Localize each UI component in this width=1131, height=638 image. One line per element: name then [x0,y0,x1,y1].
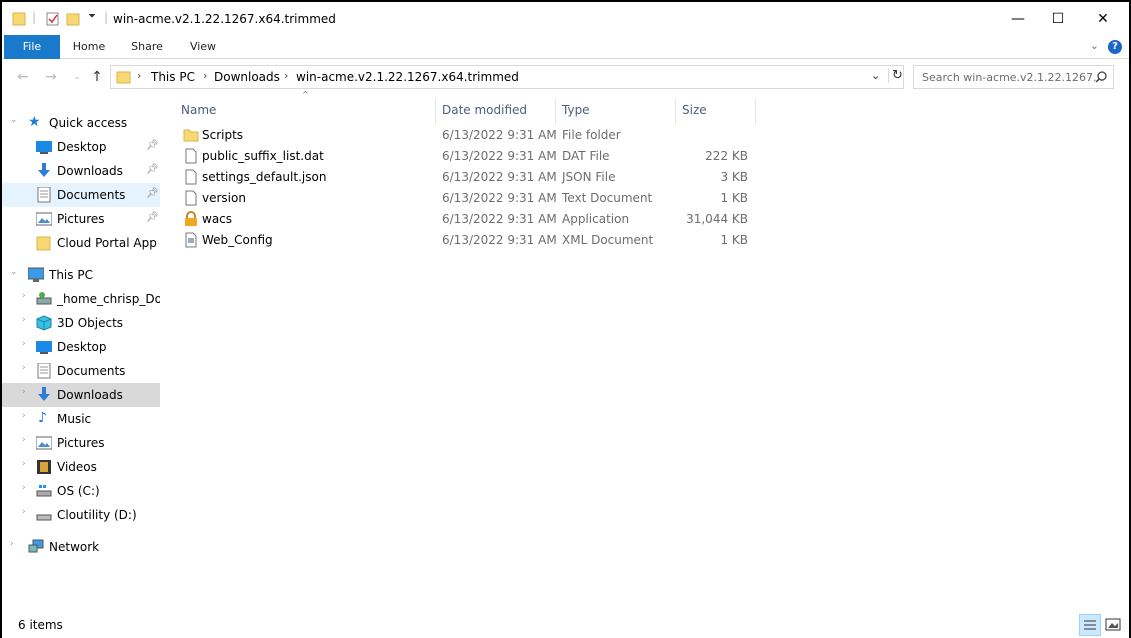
nav-qa-desktop[interactable]: Desktop 📌︎ [2,135,160,159]
nav-qa-documents[interactable]: Documents 📌︎ [2,183,160,207]
properties-icon[interactable] [45,11,61,27]
documents-icon [37,187,51,203]
nav-pc-home-chrisp[interactable]: › _home_chrisp_Dow [2,287,160,311]
details-view-icon [1084,620,1096,630]
up-button[interactable]: ↑ [86,66,108,88]
large-icons-view-button[interactable] [1102,614,1124,636]
nav-pc-videos[interactable]: › Videos [2,455,160,479]
expand-ribbon-icon[interactable]: ⌄ [1090,39,1099,52]
navigation-pane: ⌄ ★ Quick access Desktop 📌︎ Downloads 📌︎… [2,94,162,614]
breadcrumb-this-pc[interactable]: This PC [151,70,195,84]
close-button[interactable]: ✕ [1080,2,1126,35]
tab-share[interactable]: Share [124,35,170,59]
new-folder-icon[interactable] [66,11,82,27]
minimize-icon: — [1011,10,1025,27]
downloads-icon [38,387,50,401]
nav-qa-downloads[interactable]: Downloads 📌︎ [2,159,160,183]
nav-pc-desktop[interactable]: › Desktop [2,335,160,359]
tab-file[interactable]: File [4,35,60,59]
refresh-icon[interactable]: ↻ [888,68,903,83]
file-row-wacs[interactable]: wacs 6/13/2022 9:31 AM Application 31,04… [178,209,758,230]
search-input[interactable]: Search win-acme.v2.1.22.1267... [922,71,1104,84]
close-icon: ✕ [1097,10,1109,27]
computer-icon [28,267,44,282]
drive-icon [36,514,52,521]
customize-quick-access-icon[interactable]: ⏷ [88,11,96,22]
nav-pc-documents[interactable]: › Documents [2,359,160,383]
explorer-window: | ⏷ | win-acme.v2.1.22.1267.x64.trimmed … [2,2,1129,638]
details-view-button[interactable] [1079,614,1101,636]
nav-pc-downloads[interactable]: › Downloads [2,383,160,407]
desktop-icon [36,341,52,354]
tab-view[interactable]: View [180,35,226,59]
address-dropdown-icon[interactable]: ⌄ [871,69,880,82]
file-row-version[interactable]: version 6/13/2022 9:31 AM Text Document … [178,188,758,209]
nav-pc-3d-objects[interactable]: › 3D Objects [2,311,160,335]
ribbon-tabs: File Home Share View ⌄ ? [2,35,1129,59]
network-icon [28,539,44,553]
file-row-settings-default[interactable]: settings_default.json 6/13/2022 9:31 AM … [178,167,758,188]
file-row-scripts[interactable]: Scripts 6/13/2022 9:31 AM File folder [178,125,758,146]
search-icon [1095,71,1107,83]
file-row-public-suffix-list[interactable]: public_suffix_list.dat 6/13/2022 9:31 AM… [178,146,758,167]
recent-locations-icon[interactable]: ⌄ [66,66,88,88]
column-header-name[interactable]: Name [181,98,435,124]
star-icon: ★ [28,114,41,130]
window-title: win-acme.v2.1.22.1267.x64.trimmed [113,12,336,26]
lock-app-icon [185,211,197,226]
nav-pc-cloutility-d[interactable]: › Cloutility (D:) [2,503,160,527]
maximize-icon: ☐ [1051,10,1065,27]
music-icon: ♪ [38,410,47,426]
network-drive-icon [36,292,52,305]
file-row-web-config[interactable]: Web_Config 6/13/2022 9:31 AM XML Documen… [178,230,758,251]
pin-icon: 📌︎ [146,212,159,223]
nav-network[interactable]: › Network [2,535,160,559]
3d-objects-icon [36,315,52,331]
documents-icon [37,363,51,379]
file-icon [185,169,197,185]
folder-icon [116,71,131,84]
folder-icon [12,12,26,26]
text-file-icon [185,190,197,206]
pin-icon: 📌︎ [146,164,159,175]
nav-qa-pictures[interactable]: Pictures 📌︎ [2,207,160,231]
file-icon [185,148,197,164]
status-item-count: 6 items [18,618,63,632]
nav-quick-access[interactable]: ⌄ ★ Quick access [2,111,160,135]
nav-qa-cloud-portal-app[interactable]: Cloud Portal App [2,231,160,255]
column-header-date-modified[interactable]: Date modified [442,98,555,124]
maximize-button[interactable]: ☐ [1035,2,1081,35]
help-icon[interactable]: ? [1108,40,1122,54]
videos-icon [37,460,51,474]
nav-pc-music[interactable]: › ♪ Music [2,407,160,431]
desktop-icon [36,141,52,154]
back-button[interactable]: ← [12,66,34,88]
column-header-size[interactable]: Size [682,98,755,124]
search-box[interactable]: Search win-acme.v2.1.22.1267... [913,65,1114,89]
address-bar[interactable]: › This PC › Downloads › win-acme.v2.1.22… [110,65,904,89]
forward-button[interactable]: → [40,66,62,88]
folder-icon [183,129,199,142]
downloads-icon [38,163,50,177]
title-bar: | ⏷ | win-acme.v2.1.22.1267.x64.trimmed … [2,2,1129,35]
folder-icon [36,236,51,251]
nav-this-pc[interactable]: ⌄ This PC [2,263,160,287]
column-header-type[interactable]: Type [562,98,675,124]
breadcrumb-current-folder[interactable]: win-acme.v2.1.22.1267.x64.trimmed [296,70,519,84]
nav-pc-pictures[interactable]: › Pictures [2,431,160,455]
nav-pc-os-c[interactable]: › OS (C:) [2,479,160,503]
large-icons-view-icon [1105,618,1121,631]
pin-icon: 📌︎ [146,140,159,151]
tab-home[interactable]: Home [66,35,112,59]
pictures-icon [36,212,52,226]
xml-file-icon [185,232,197,248]
pin-icon: 📌︎ [146,188,159,199]
pictures-icon [36,436,52,450]
os-drive-icon [36,485,52,497]
breadcrumb-downloads[interactable]: Downloads [214,70,280,84]
